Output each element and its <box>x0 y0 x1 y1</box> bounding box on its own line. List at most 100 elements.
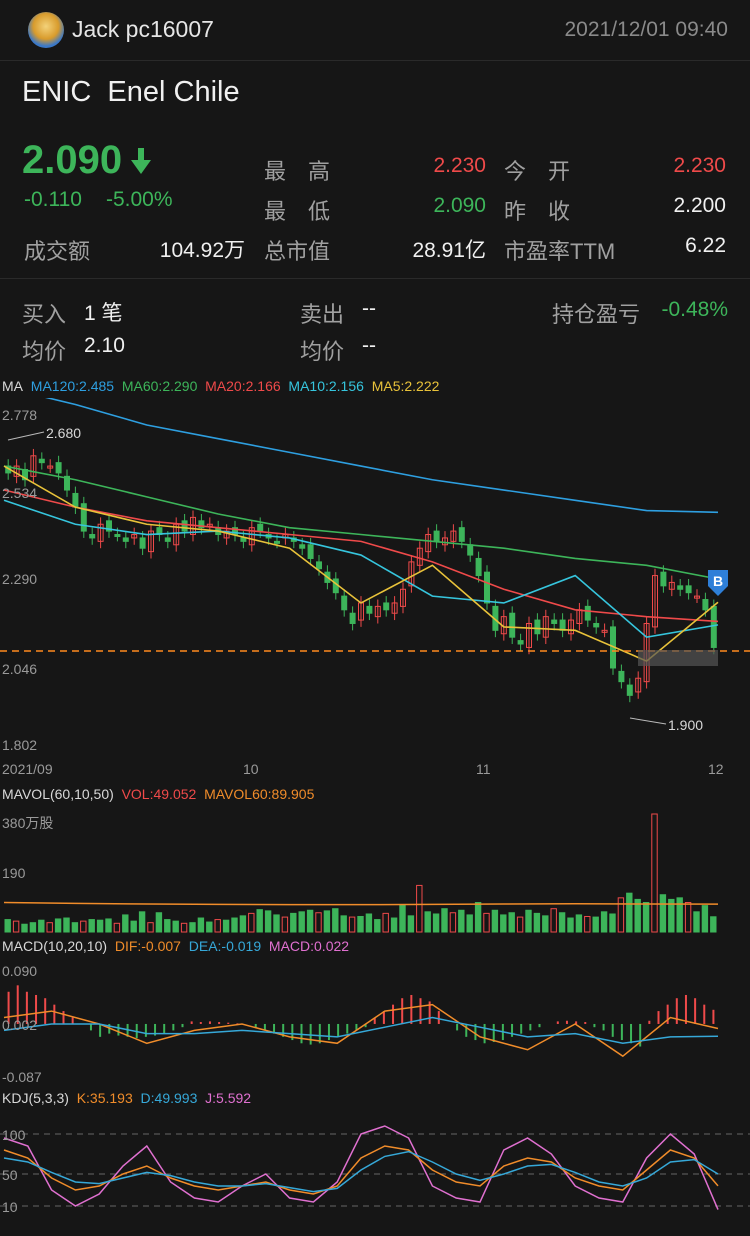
pe-value: 6.22 <box>685 234 726 257</box>
dea-value: DEA:-0.019 <box>188 938 262 954</box>
dif-line <box>3 1003 719 1058</box>
volume-bar <box>592 916 599 933</box>
candle <box>618 670 625 683</box>
candle <box>685 585 692 594</box>
company-name: Enel Chile <box>107 76 240 108</box>
volume-bar <box>701 905 709 933</box>
candle <box>274 540 280 544</box>
y-tick-4: 2.046 <box>2 661 37 677</box>
volume-bar <box>231 917 238 933</box>
volume-bar <box>281 916 289 933</box>
volume-bar <box>399 904 406 933</box>
candle <box>164 537 171 542</box>
volume-bar <box>508 912 515 933</box>
volume-bar <box>256 909 263 933</box>
volume-bar <box>617 897 625 933</box>
candle <box>257 523 264 532</box>
dea-line <box>3 1016 719 1045</box>
avatar[interactable] <box>28 12 64 48</box>
volume-bar <box>80 920 87 933</box>
j-value: J:5.592 <box>205 1090 252 1106</box>
mavol60-value: MAVOL60:89.905 <box>204 786 315 802</box>
ma120-label: MA120:2.485 <box>30 378 115 394</box>
stock-title: ENIC Enel Chile <box>22 76 240 109</box>
volume-bar <box>407 915 415 933</box>
low-marker-line <box>629 717 667 725</box>
volume-bar <box>113 922 121 933</box>
candle <box>38 458 45 464</box>
vol-y-top: 380万股 <box>2 815 53 831</box>
pe-label: 市盈率TTM <box>504 239 616 264</box>
volume-bar <box>466 914 473 933</box>
volume-bar <box>214 919 221 933</box>
vol-y-mid: 190 <box>2 865 26 881</box>
candle <box>307 544 314 559</box>
candle <box>89 534 96 539</box>
candle <box>433 530 440 542</box>
volume-bar <box>323 910 331 933</box>
candle <box>240 537 247 542</box>
volume-bar <box>12 920 20 933</box>
ma10-label: MA10:2.156 <box>288 378 364 394</box>
volume-bar <box>29 922 37 933</box>
d-value: D:49.993 <box>140 1090 198 1106</box>
pnl-value: -0.48% <box>661 298 728 321</box>
dif-value: DIF:-0.007 <box>114 938 181 954</box>
macd-legend: MACD(10,20,10) DIF:-0.007 DEA:-0.019 MAC… <box>2 938 349 954</box>
volume-bar <box>558 912 566 933</box>
candle <box>122 537 129 542</box>
volume-bar <box>197 917 205 933</box>
open-value: 2.230 <box>673 154 726 177</box>
volume-bar <box>500 914 507 933</box>
candle <box>114 534 121 538</box>
candle <box>72 492 79 508</box>
candle <box>458 527 465 542</box>
candle <box>349 612 356 624</box>
volume-bar <box>659 894 667 933</box>
price-change-pct: -5.00% <box>106 188 173 211</box>
x-tick-1: 2021/09 <box>2 761 53 777</box>
volume-bar <box>340 915 347 933</box>
candle <box>559 619 566 631</box>
low-label: 最 低 <box>264 199 331 224</box>
volume-bar <box>88 919 95 933</box>
vol-legend: MAVOL(60,10,50) VOL:49.052 MAVOL60:89.90… <box>2 786 314 802</box>
buy-label: 买入 <box>22 302 67 327</box>
volume-bar <box>21 923 28 933</box>
high-value: 2.230 <box>433 154 486 177</box>
candle <box>366 605 373 614</box>
macd-chart[interactable]: 0.090 0.002 -0.087 <box>0 958 750 1086</box>
candle <box>316 561 322 570</box>
volume-chart[interactable]: 380万股 190 <box>0 806 750 936</box>
kdj-y-100: 100 <box>2 1127 26 1143</box>
price-chart[interactable]: 2.778 2.534 2.290 2.046 1.802 2.680 1.90… <box>0 398 750 780</box>
vol-title: MAVOL(60,10,50) <box>2 786 114 802</box>
candle <box>584 605 591 621</box>
volume-bar <box>155 912 163 933</box>
j-line <box>3 1125 719 1210</box>
turnover-value: 104.92万 <box>159 239 245 262</box>
x-tick-3: 11 <box>476 761 491 777</box>
y-tick-1: 2.778 <box>2 407 37 423</box>
macd-value: MACD:0.022 <box>268 938 350 954</box>
volume-bar <box>172 920 179 933</box>
x-tick-4: 12 <box>708 761 724 777</box>
volume-bar <box>105 918 112 933</box>
ma120-line <box>44 398 719 514</box>
volume-bar <box>424 911 431 933</box>
volume-bar <box>441 908 448 933</box>
macd-y-bot: -0.087 <box>2 1069 42 1085</box>
y-tick-2: 2.534 <box>2 485 37 501</box>
mavol60-line <box>3 901 719 906</box>
volume-bar <box>46 922 53 933</box>
volume-bar <box>382 912 389 933</box>
kdj-chart[interactable]: 100 50 10 <box>0 1110 750 1236</box>
candle <box>299 544 306 549</box>
volume-bar <box>273 914 280 933</box>
candle <box>341 595 348 611</box>
low-marker: 1.900 <box>668 717 703 733</box>
turnover-label: 成交额 <box>24 239 91 264</box>
candle <box>484 571 490 604</box>
vol-value: VOL:49.052 <box>121 786 197 802</box>
volume-bar <box>374 919 381 933</box>
